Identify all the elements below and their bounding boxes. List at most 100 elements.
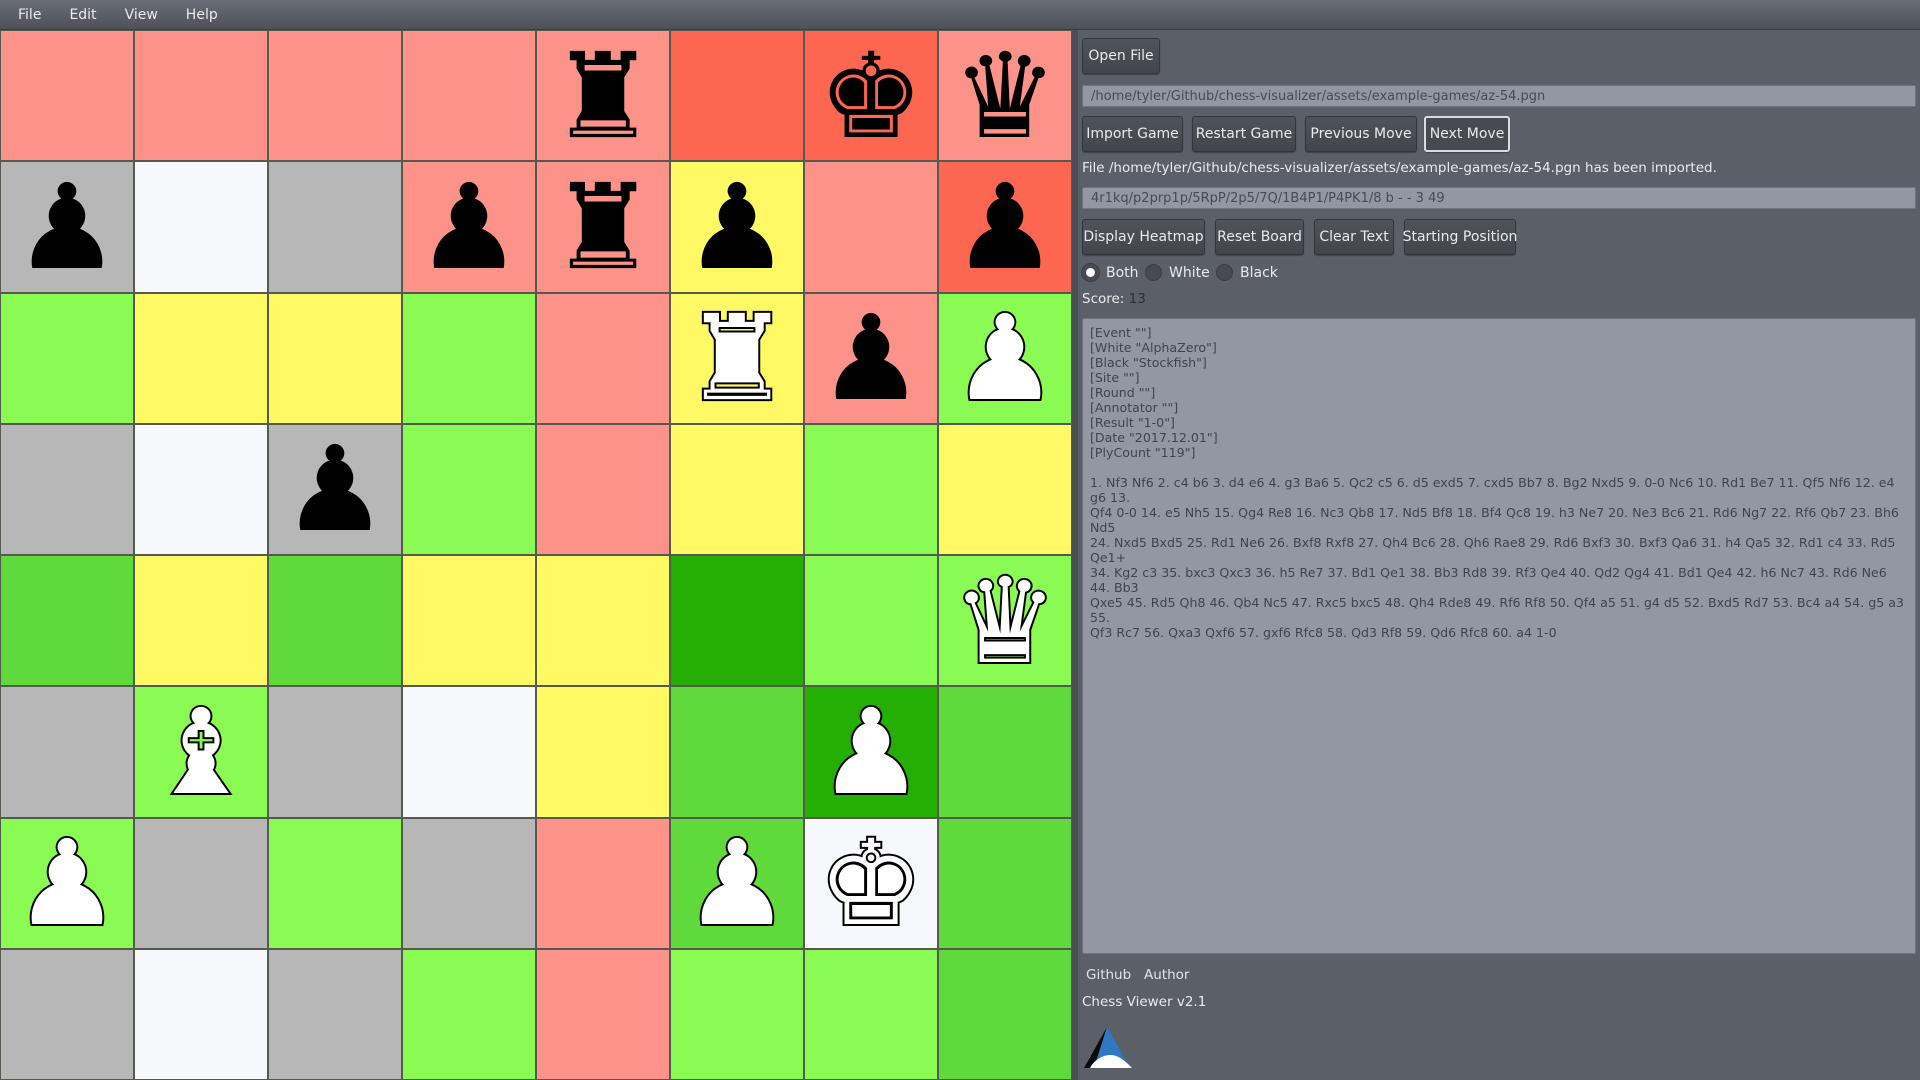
black-pawn-icon[interactable]: ♟ (416, 168, 522, 286)
black-pawn-icon[interactable]: ♟ (14, 168, 120, 286)
square-c4[interactable] (268, 555, 402, 687)
clear-text-button[interactable]: Clear Text (1314, 219, 1394, 255)
square-a1[interactable] (0, 948, 134, 1080)
square-f6[interactable]: ♜ (670, 292, 804, 424)
square-b7[interactable] (134, 161, 268, 293)
square-c6[interactable] (268, 292, 402, 424)
square-e6[interactable] (536, 292, 670, 424)
white-queen-icon[interactable]: ♛ (950, 560, 1060, 682)
square-g2[interactable]: ♚ (804, 817, 938, 949)
square-a5[interactable] (0, 423, 134, 555)
pgn-text-area[interactable]: [Event ""] [White "AlphaZero"] [Black "S… (1082, 318, 1916, 954)
next-move-button[interactable]: Next Move (1424, 116, 1510, 152)
square-h7[interactable]: ♟ (938, 161, 1072, 293)
radio-dot-selected[interactable] (1082, 264, 1099, 281)
square-b8[interactable] (134, 30, 268, 162)
square-g7[interactable] (804, 161, 938, 293)
square-b5[interactable] (134, 423, 268, 555)
square-g4[interactable] (804, 555, 938, 687)
black-pawn-icon[interactable]: ♟ (818, 299, 924, 417)
square-h4[interactable]: ♛ (938, 555, 1072, 687)
square-b4[interactable] (134, 555, 268, 687)
square-a3[interactable] (0, 686, 134, 818)
square-a4[interactable] (0, 555, 134, 687)
open-file-button[interactable]: Open File (1082, 38, 1160, 74)
square-d3[interactable] (402, 686, 536, 818)
square-h1[interactable] (938, 948, 1072, 1080)
square-a8[interactable] (0, 30, 134, 162)
square-f1[interactable] (670, 948, 804, 1080)
square-d1[interactable] (402, 948, 536, 1080)
square-e8[interactable]: ♜ (536, 30, 670, 162)
square-f8[interactable] (670, 30, 804, 162)
square-a7[interactable]: ♟ (0, 161, 134, 293)
square-f2[interactable]: ♟ (670, 817, 804, 949)
square-e2[interactable] (536, 817, 670, 949)
white-rook-icon[interactable]: ♜ (682, 297, 792, 419)
square-e4[interactable] (536, 555, 670, 687)
square-c5[interactable]: ♟ (268, 423, 402, 555)
menu-edit[interactable]: Edit (59, 7, 106, 23)
square-b1[interactable] (134, 948, 268, 1080)
square-h5[interactable] (938, 423, 1072, 555)
menu-file[interactable]: File (8, 7, 51, 23)
github-link[interactable]: Github (1086, 967, 1131, 983)
square-c1[interactable] (268, 948, 402, 1080)
menu-view[interactable]: View (115, 7, 168, 23)
square-g8[interactable]: ♚ (804, 30, 938, 162)
black-rook-icon[interactable]: ♜ (550, 37, 656, 155)
square-b3[interactable]: ♝ (134, 686, 268, 818)
square-d5[interactable] (402, 423, 536, 555)
square-h8[interactable]: ♛ (938, 30, 1072, 162)
square-g5[interactable] (804, 423, 938, 555)
radio-dot[interactable] (1216, 264, 1233, 281)
white-pawn-icon[interactable]: ♟ (682, 822, 792, 944)
square-h6[interactable]: ♟ (938, 292, 1072, 424)
square-c2[interactable] (268, 817, 402, 949)
square-d6[interactable] (402, 292, 536, 424)
menu-help[interactable]: Help (176, 7, 228, 23)
square-e7[interactable]: ♜ (536, 161, 670, 293)
square-f5[interactable] (670, 423, 804, 555)
white-king-icon[interactable]: ♚ (816, 822, 926, 944)
square-g1[interactable] (804, 948, 938, 1080)
previous-move-button[interactable]: Previous Move (1305, 116, 1417, 152)
square-a2[interactable]: ♟ (0, 817, 134, 949)
square-c3[interactable] (268, 686, 402, 818)
square-h3[interactable] (938, 686, 1072, 818)
radio-dot[interactable] (1145, 264, 1162, 281)
square-b2[interactable] (134, 817, 268, 949)
reset-board-button[interactable]: Reset Board (1215, 219, 1304, 255)
square-d4[interactable] (402, 555, 536, 687)
black-pawn-icon[interactable]: ♟ (684, 168, 790, 286)
radio-white[interactable]: White (1145, 264, 1210, 281)
radio-both[interactable]: Both (1082, 264, 1139, 281)
file-path-field[interactable]: /home/tyler/Github/chess-visualizer/asse… (1082, 85, 1916, 107)
square-b6[interactable] (134, 292, 268, 424)
starting-position-button[interactable]: Starting Position (1403, 219, 1517, 255)
square-g3[interactable]: ♟ (804, 686, 938, 818)
square-c8[interactable] (268, 30, 402, 162)
square-f7[interactable]: ♟ (670, 161, 804, 293)
square-f4[interactable] (670, 555, 804, 687)
square-h2[interactable] (938, 817, 1072, 949)
square-e5[interactable] (536, 423, 670, 555)
black-king-icon[interactable]: ♚ (818, 37, 924, 155)
white-bishop-icon[interactable]: ♝ (146, 691, 256, 813)
black-pawn-icon[interactable]: ♟ (282, 430, 388, 548)
author-link[interactable]: Author (1144, 967, 1189, 983)
white-pawn-icon[interactable]: ♟ (12, 822, 122, 944)
square-d2[interactable] (402, 817, 536, 949)
square-a6[interactable] (0, 292, 134, 424)
black-pawn-icon[interactable]: ♟ (952, 168, 1058, 286)
square-e3[interactable] (536, 686, 670, 818)
fen-field[interactable]: 4r1kq/p2prp1p/5RpP/2p5/7Q/1B4P1/P4PK1/8 … (1082, 187, 1916, 209)
white-pawn-icon[interactable]: ♟ (950, 297, 1060, 419)
restart-game-button[interactable]: Restart Game (1192, 116, 1296, 152)
square-e1[interactable] (536, 948, 670, 1080)
white-pawn-icon[interactable]: ♟ (816, 691, 926, 813)
radio-black[interactable]: Black (1216, 264, 1278, 281)
square-c7[interactable] (268, 161, 402, 293)
import-game-button[interactable]: Import Game (1082, 116, 1183, 152)
black-rook-icon[interactable]: ♜ (550, 168, 656, 286)
